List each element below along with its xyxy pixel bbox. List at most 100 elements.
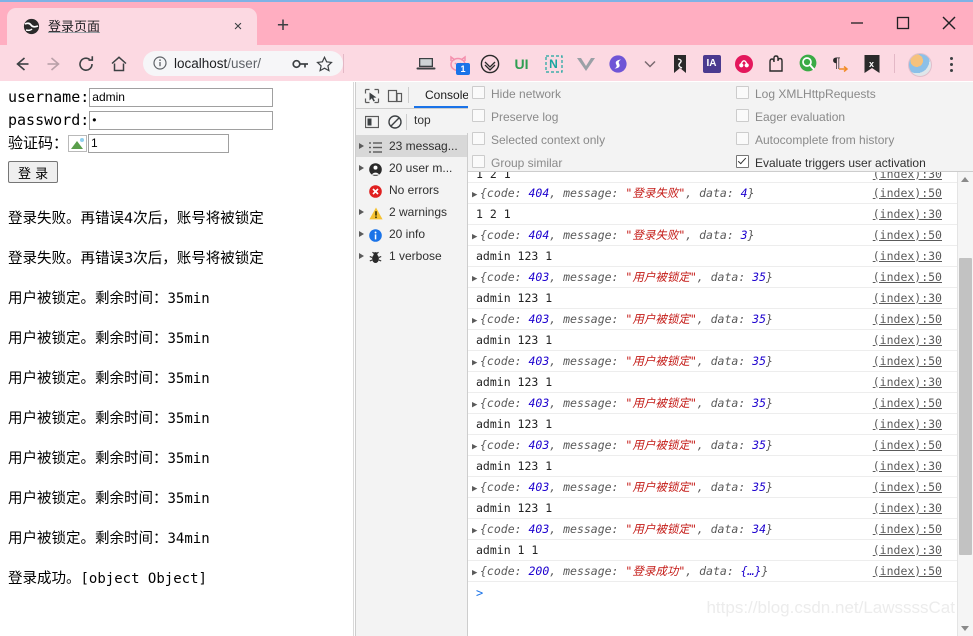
console-source-link[interactable]: (index):30 — [873, 288, 942, 308]
expand-arrow-icon[interactable]: ▶ — [472, 353, 480, 371]
console-source-link[interactable]: (index):30 — [873, 172, 942, 180]
scroll-down-arrow-icon[interactable] — [961, 626, 969, 631]
password-key-icon[interactable] — [292, 57, 310, 76]
console-log-row[interactable]: ▶ {code: 403, message: "用户被锁定", data: 35}… — [468, 309, 973, 330]
inspect-element-icon[interactable] — [362, 86, 381, 105]
expand-arrow-icon[interactable]: ▶ — [472, 311, 480, 329]
console-source-link[interactable]: (index):50 — [873, 519, 942, 539]
checkbox[interactable] — [736, 86, 749, 99]
console-log-row[interactable]: ▶ {code: 404, message: "登录失败", data: 4} (i… — [468, 183, 973, 204]
wallet-icon[interactable] — [478, 52, 501, 75]
console-source-link[interactable]: (index):50 — [873, 561, 942, 581]
device-toolbar-icon[interactable] — [385, 86, 404, 105]
expand-arrow-icon[interactable]: ▶ — [472, 269, 480, 287]
smartwater-icon[interactable] — [606, 52, 629, 75]
password-input[interactable] — [89, 111, 274, 130]
console-log-row[interactable]: ▶ {code: 403, message: "用户被锁定", data: 35}… — [468, 351, 973, 372]
scrollbar-thumb[interactable] — [959, 258, 972, 555]
console-log-row[interactable]: admin 123 1 (index):30 — [468, 330, 973, 351]
expand-arrow-icon[interactable]: ▶ — [472, 227, 480, 245]
expand-triangle-icon[interactable] — [359, 209, 364, 215]
console-log-row[interactable]: ▶ {code: 403, message: "用户被锁定", data: 35}… — [468, 393, 973, 414]
profile-avatar[interactable] — [908, 53, 932, 77]
option-eager-evaluation[interactable]: Eager evaluation — [736, 106, 845, 128]
console-source-link[interactable]: (index):30 — [873, 204, 942, 224]
console-log-row[interactable]: admin 123 1 (index):30 — [468, 456, 973, 477]
login-button[interactable]: 登 录 — [8, 161, 59, 183]
expand-triangle-icon[interactable] — [359, 231, 364, 237]
window-close-button[interactable] — [926, 0, 972, 45]
expand-triangle-icon[interactable] — [359, 165, 364, 171]
search-bubble-icon[interactable] — [796, 52, 819, 75]
console-source-link[interactable]: (index):50 — [873, 393, 942, 413]
window-minimize-button[interactable] — [834, 0, 880, 45]
expand-triangle-icon[interactable] — [359, 253, 364, 259]
extensions-overflow-icon[interactable] — [638, 52, 661, 75]
console-log-row[interactable]: ▶ {code: 403, message: "用户被锁定", data: 35}… — [468, 267, 973, 288]
pilcrow-arrow-icon[interactable]: ¶ — [828, 52, 851, 75]
console-source-link[interactable]: (index):50 — [873, 267, 942, 287]
expand-arrow-icon[interactable]: ▶ — [472, 479, 480, 497]
scroll-up-arrow-icon[interactable] — [961, 177, 969, 182]
checkbox[interactable] — [472, 155, 485, 168]
checkbox[interactable] — [736, 132, 749, 145]
window-maximize-button[interactable] — [880, 0, 926, 45]
sidebar-item-bug[interactable]: 1 verbose — [356, 245, 467, 267]
console-log-row[interactable]: 1 2 1 (index):30 — [468, 204, 973, 225]
checkbox[interactable] — [472, 109, 485, 122]
laptop-icon[interactable] — [414, 52, 437, 75]
console-log-row[interactable]: ▶ {code: 403, message: "用户被锁定", data: 35}… — [468, 477, 973, 498]
console-log-row[interactable]: ▶ {code: 200, message: "登录成功", data: {…}}… — [468, 561, 973, 582]
console-log-row[interactable]: ▶ {code: 403, message: "用户被锁定", data: 35}… — [468, 435, 973, 456]
checkbox[interactable] — [736, 109, 749, 122]
console-source-link[interactable]: (index):30 — [873, 456, 942, 476]
bookmark-flag-icon[interactable] — [668, 52, 691, 75]
option-autocomplete-from-history[interactable]: Autocomplete from history — [736, 129, 894, 151]
sidebar-toggle-icon[interactable] — [362, 112, 381, 131]
console-log-row[interactable]: ▶ {code: 403, message: "用户被锁定", data: 34}… — [468, 519, 973, 540]
ia-writer-icon[interactable]: IA — [700, 52, 723, 75]
captcha-input[interactable] — [88, 134, 230, 153]
expand-arrow-icon[interactable]: ▶ — [472, 521, 480, 539]
console-source-link[interactable]: (index):50 — [873, 351, 942, 371]
page-scrollbar[interactable] — [353, 82, 354, 636]
console-prompt[interactable]: > — [468, 582, 973, 604]
vue-devtools-icon[interactable] — [574, 52, 597, 75]
browser-tab[interactable]: 登录页面 × — [7, 8, 257, 45]
back-icon[interactable] — [10, 52, 33, 75]
console-log-row[interactable]: admin 123 1 (index):30 — [468, 246, 973, 267]
console-log-row[interactable]: admin 1 1 (index):30 — [468, 540, 973, 561]
console-source-link[interactable]: (index):30 — [873, 372, 942, 392]
console-source-link[interactable]: (index):30 — [873, 540, 942, 560]
checkbox[interactable] — [472, 132, 485, 145]
console-log-row[interactable]: ▶ {code: 404, message: "登录失败", data: 3} (i… — [468, 225, 973, 246]
tab-close-icon[interactable]: × — [229, 18, 247, 36]
expand-arrow-icon[interactable]: ▶ — [472, 395, 480, 413]
expand-triangle-icon[interactable] — [359, 143, 364, 149]
new-tab-button[interactable]: + — [270, 13, 296, 39]
console-source-link[interactable]: (index):30 — [873, 246, 942, 266]
address-bar[interactable]: localhost/user/ — [143, 51, 343, 76]
sidebar-item-list[interactable]: 23 messag... — [356, 135, 467, 157]
username-input[interactable] — [89, 88, 274, 107]
option-log-xmlhttprequests[interactable]: Log XMLHttpRequests — [736, 83, 876, 105]
hand-clip-icon[interactable] — [764, 52, 787, 75]
expand-arrow-icon[interactable]: ▶ — [472, 437, 480, 455]
console-source-link[interactable]: (index):50 — [873, 309, 942, 329]
ui-icon[interactable]: UI — [510, 52, 533, 75]
console-log-row[interactable]: admin 123 1 (index):30 — [468, 414, 973, 435]
sidebar-item-error[interactable]: No errors — [356, 179, 467, 201]
sidebar-item-warning[interactable]: 2 warnings — [356, 201, 467, 223]
bookmark-star-icon[interactable] — [316, 55, 333, 77]
console-log-row[interactable]: admin 123 1 (index):30 — [468, 372, 973, 393]
xmind-icon[interactable]: х — [860, 52, 883, 75]
console-log-row[interactable]: admin 123 1 (index):30 — [468, 288, 973, 309]
console-source-link[interactable]: (index):30 — [873, 414, 942, 434]
option-hide-network[interactable]: Hide network — [472, 83, 561, 105]
checkbox[interactable] — [736, 155, 749, 168]
checkbox[interactable] — [472, 86, 485, 99]
console-source-link[interactable]: (index):30 — [873, 498, 942, 518]
home-icon[interactable] — [107, 52, 130, 75]
option-preserve-log[interactable]: Preserve log — [472, 106, 558, 128]
sidebar-item-info[interactable]: 20 info — [356, 223, 467, 245]
